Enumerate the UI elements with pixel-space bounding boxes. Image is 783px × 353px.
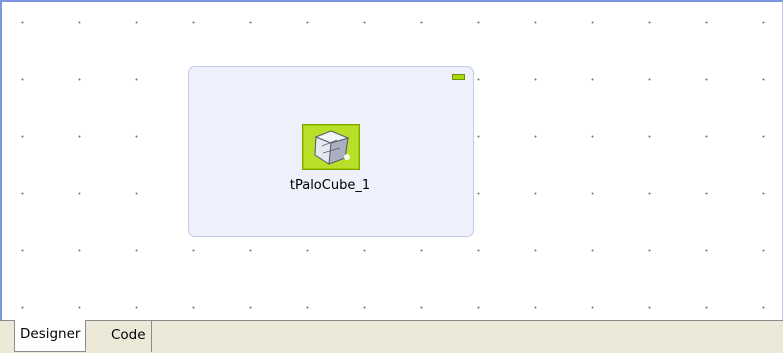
component-label[interactable]: tPaloCube_1 — [250, 178, 410, 193]
tab-code[interactable]: Code — [106, 321, 152, 352]
palo-cube-icon — [302, 124, 360, 170]
component-tpalocube[interactable] — [302, 124, 360, 170]
editor-tab-bar: Designer Code — [0, 320, 783, 353]
collapse-icon[interactable] — [452, 74, 465, 80]
tab-designer[interactable]: Designer — [14, 320, 87, 352]
